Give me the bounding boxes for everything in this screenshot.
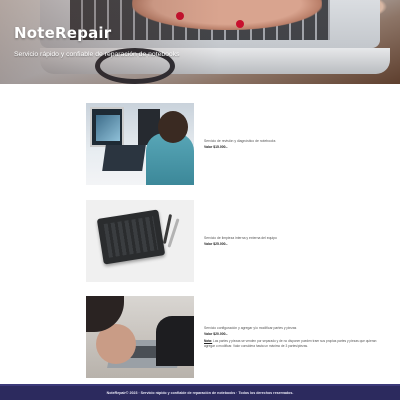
footer: NoteRepair© 2023 · Servicio rápido y con… [0, 384, 400, 400]
service-card: Servicio de revisión y diagnóstico de no… [86, 103, 386, 187]
hero-tagline: Servicio rápido y confiable de reparació… [14, 51, 180, 58]
technician-sleeve [156, 316, 194, 366]
service-photo-cleaning [86, 200, 194, 282]
motherboard-icon [96, 209, 166, 265]
service-description: Servicio de limpieza interna y externa d… [204, 235, 277, 240]
service-photo-configuration [86, 296, 194, 378]
service-price: Valor $15.000.- [204, 145, 228, 150]
service-price: Valor $25.000.- [204, 242, 228, 247]
brand-title[interactable]: NoteRepair [14, 24, 111, 42]
service-card: Servicio de limpieza interna y externa d… [86, 200, 386, 284]
technician-head [158, 111, 188, 143]
service-price: Valor $20.000.- [204, 332, 228, 337]
monitor-icon [90, 107, 124, 147]
hero-banner: NoteRepair Servicio rápido y confiable d… [0, 0, 400, 84]
footer-text: NoteRepair© 2023 · Servicio rápido y con… [106, 391, 294, 395]
service-card: Servicio configuración y agregar y/o mod… [86, 296, 386, 380]
laptop-icon [102, 145, 146, 171]
hero-overlay [0, 0, 400, 84]
service-note: Nota: Las partes y piezas se venden por … [204, 339, 386, 348]
service-description: Servicio configuración y agregar y/o mod… [204, 325, 297, 330]
service-note-text: Las partes y piezas se venden por separa… [204, 339, 377, 348]
service-text: Servicio de limpieza interna y externa d… [204, 200, 386, 282]
service-photo-diagnostic [86, 103, 194, 185]
service-description: Servicio de revisión y diagnóstico de no… [204, 138, 276, 143]
service-text: Servicio configuración y agregar y/o mod… [204, 296, 386, 378]
service-text: Servicio de revisión y diagnóstico de no… [204, 103, 386, 185]
